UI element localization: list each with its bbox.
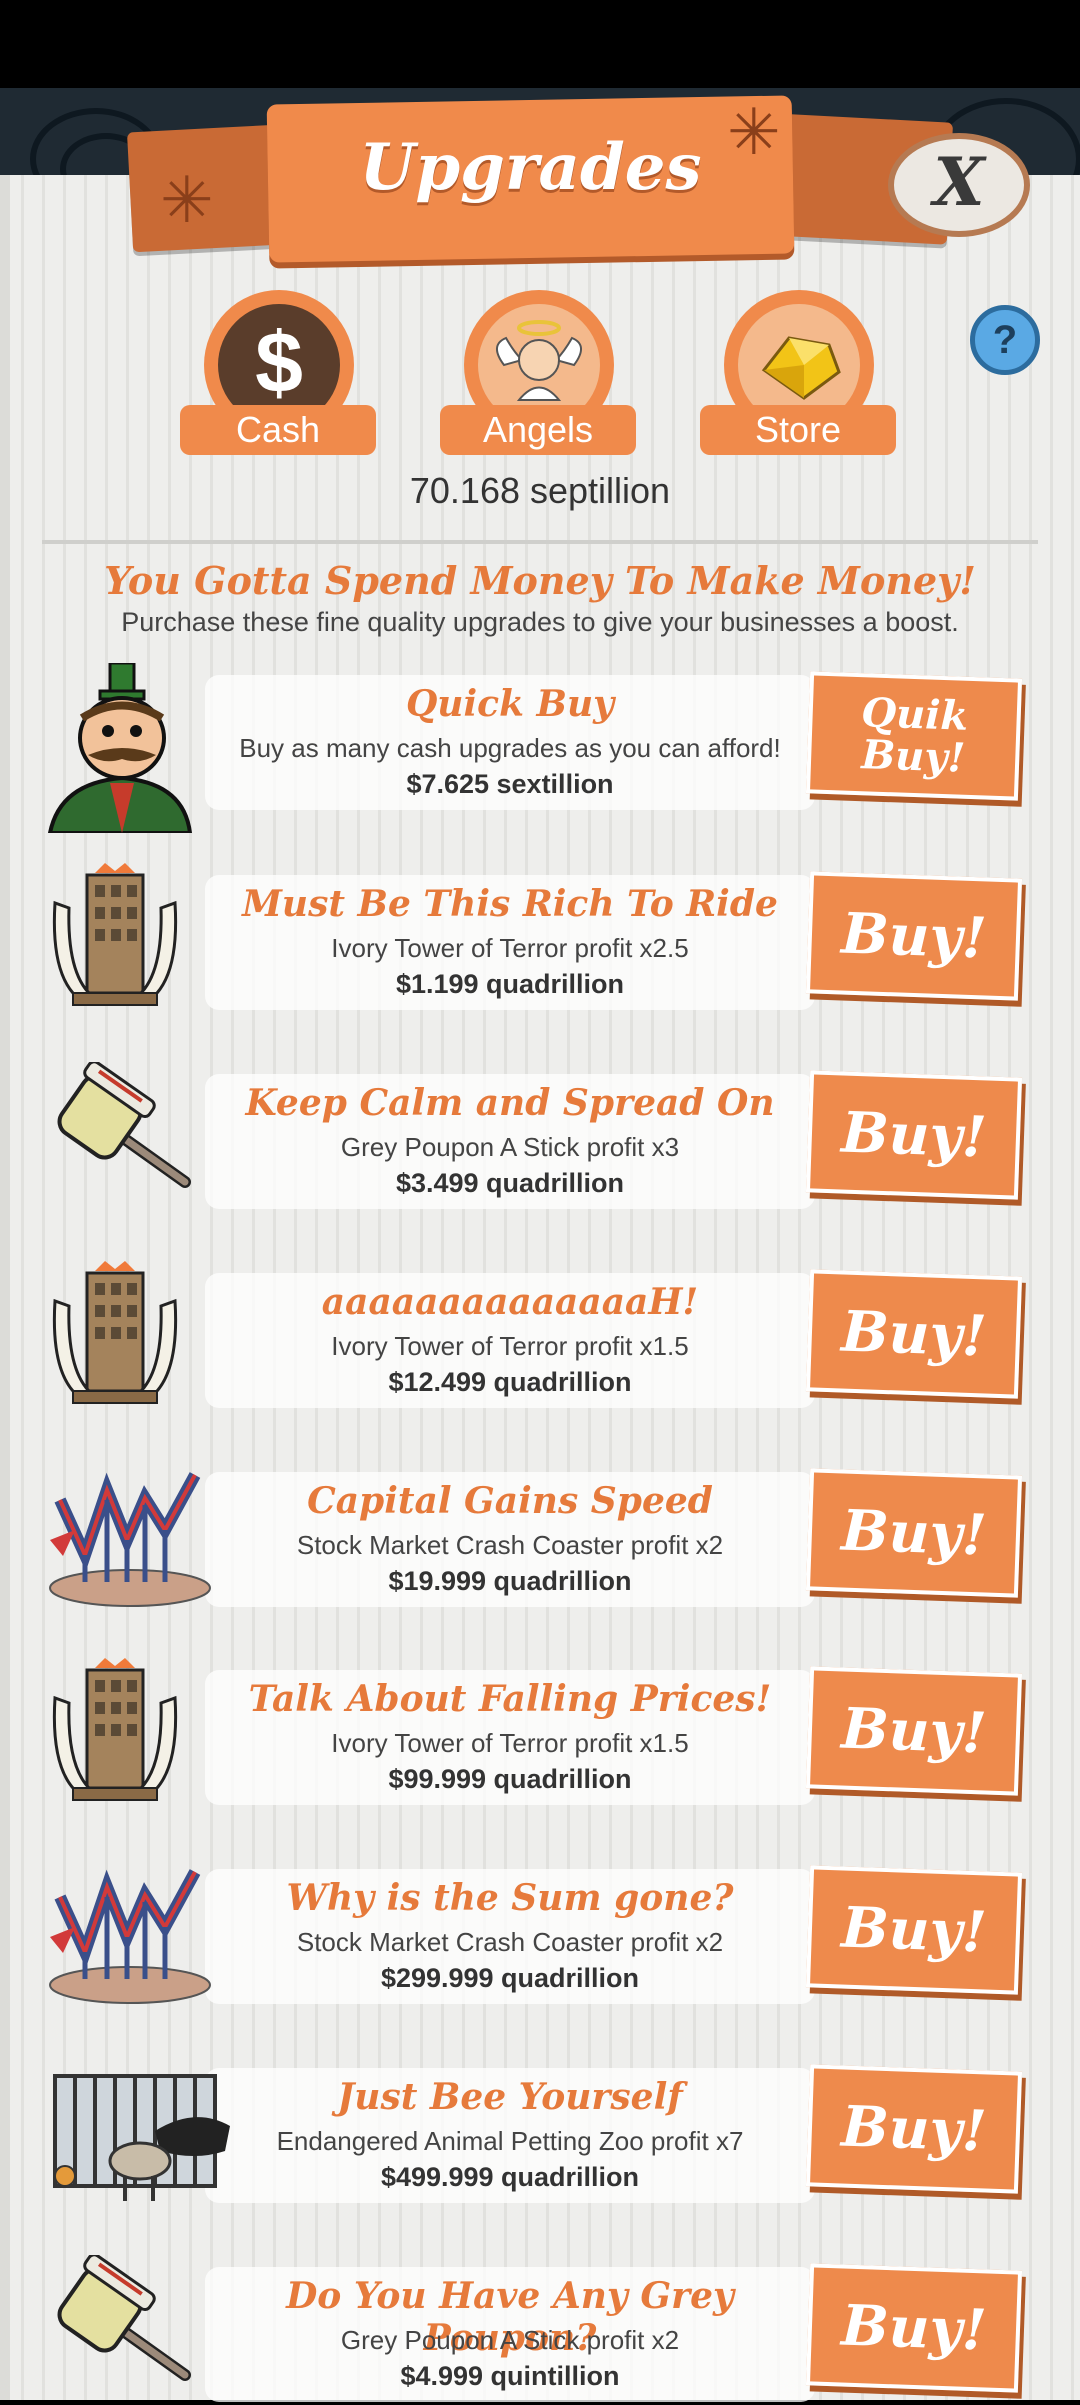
buy-button[interactable]: Buy! <box>805 2064 1023 2194</box>
upgrade-title: Capital Gains Speed <box>307 1480 713 1522</box>
upgrade-title: Keep Calm and Spread On <box>245 1082 775 1124</box>
upgrade-description: Ivory Tower of Terror profit x1.5 <box>331 1728 689 1758</box>
buy-button[interactable]: Buy! <box>805 1666 1023 1796</box>
upgrade-price: $99.999 quadrillion <box>388 1764 632 1794</box>
tab-cash-label: Cash <box>180 405 376 455</box>
divider <box>42 540 1038 544</box>
petting-zoo-icon <box>45 2056 230 2206</box>
upgrade-price: $299.999 quadrillion <box>380 1963 640 1993</box>
help-button[interactable]: ? <box>970 305 1040 375</box>
upgrade-price: $3.499 quadrillion <box>395 1168 625 1198</box>
tab-angels[interactable]: Angels <box>440 290 636 455</box>
upgrade-description: Buy as many cash upgrades as you can aff… <box>239 733 781 763</box>
ivory-tower-icon <box>45 1261 205 1411</box>
upgrade-title: Why is the Sum gone? <box>286 1877 734 1919</box>
panel-edge <box>0 175 10 2400</box>
upgrade-description: Endangered Animal Petting Zoo profit x7 <box>276 2126 744 2156</box>
svg-text:$: $ <box>255 315 303 411</box>
mustard-stick-icon <box>45 2253 205 2405</box>
upgrade-description: Stock Market Crash Coaster profit x2 <box>296 1530 724 1560</box>
tab-store[interactable]: Store <box>700 290 896 455</box>
upgrade-description: Grey Poupon A Stick profit x3 <box>340 1132 680 1162</box>
upgrade-price: $19.999 quadrillion <box>388 1566 632 1596</box>
cash-balance: 70.168 septillion <box>409 470 671 511</box>
ivory-tower-icon <box>45 1658 205 1808</box>
upgrade-description: Stock Market Crash Coaster profit x2 <box>296 1927 724 1957</box>
close-icon: X <box>933 143 985 221</box>
upgrade-title: aaaaaaaaaaaaaaH! <box>321 1281 699 1323</box>
buy-button[interactable]: Buy! <box>805 1468 1023 1598</box>
quick-buy-button[interactable]: Quik Buy! <box>805 671 1023 801</box>
upgrade-price: $7.625 sextillion <box>406 769 614 799</box>
crash-coaster-icon <box>45 1857 211 2007</box>
crash-coaster-icon <box>45 1460 211 1610</box>
tab-angels-label: Angels <box>440 405 636 455</box>
upgrade-title: Talk About Falling Prices! <box>248 1678 772 1720</box>
upgrade-description: Ivory Tower of Terror profit x1.5 <box>331 1331 689 1361</box>
close-button[interactable]: X <box>888 133 1030 237</box>
upgrade-price: $1.199 quadrillion <box>395 969 625 999</box>
tab-cash[interactable]: $ Cash <box>180 290 376 455</box>
ivory-tower-icon <box>45 863 205 1013</box>
status-bar <box>0 0 1080 88</box>
starburst-icon: ✳ <box>160 164 214 236</box>
mustache-mogul-icon <box>40 661 200 835</box>
upgrade-title: Must Be This Rich To Ride <box>242 883 778 925</box>
upgrade-title: Just Bee Yourself <box>337 2076 683 2118</box>
page-title: Upgrades <box>359 130 702 205</box>
intro-headline: You Gotta Spend Money To Make Money! <box>104 558 976 603</box>
buy-button[interactable]: Buy! <box>805 1070 1023 1200</box>
upgrade-title: Quick Buy <box>405 683 615 725</box>
buy-button[interactable]: Buy! <box>805 2263 1023 2393</box>
upgrade-price: $499.999 quadrillion <box>380 2162 640 2192</box>
buy-button[interactable]: Buy! <box>805 1269 1023 1399</box>
intro-subline: Purchase these fine quality upgrades to … <box>121 607 959 637</box>
upgrade-price: $12.499 quadrillion <box>388 1367 632 1397</box>
tab-store-label: Store <box>700 405 896 455</box>
upgrade-price: $4.999 quintillion <box>400 2361 620 2391</box>
buy-button[interactable]: Buy! <box>805 1865 1023 1995</box>
mustard-stick-icon <box>45 1060 205 1212</box>
buy-button[interactable]: Buy! <box>805 871 1023 1001</box>
upgrade-description: Grey Poupon A Stick profit x2 <box>340 2325 680 2355</box>
upgrade-description: Ivory Tower of Terror profit x2.5 <box>331 933 689 963</box>
